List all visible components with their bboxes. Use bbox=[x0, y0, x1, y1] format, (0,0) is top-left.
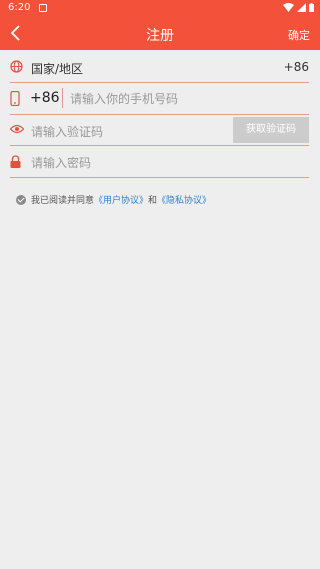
country-selector[interactable]: 国家/地区 +86 bbox=[10, 54, 309, 83]
phone-divider bbox=[62, 88, 63, 108]
lock-icon bbox=[10, 155, 21, 168]
privacy-agreement-link[interactable]: 《隐私协议》 bbox=[157, 193, 211, 206]
phone-input[interactable] bbox=[70, 88, 300, 110]
agreement-text: 我已阅读并同意 bbox=[31, 196, 95, 206]
phone-row: +86 bbox=[10, 84, 309, 115]
wifi-icon bbox=[283, 3, 294, 12]
agree-checkbox[interactable] bbox=[16, 194, 26, 205]
get-code-button[interactable]: 获取验证码 bbox=[233, 117, 309, 143]
status-icons bbox=[283, 3, 314, 12]
country-label: 国家/地区 bbox=[31, 62, 84, 76]
agreement-and: 和 bbox=[148, 196, 158, 206]
country-code: +86 bbox=[283, 60, 309, 74]
password-row bbox=[10, 147, 309, 178]
signal-icon bbox=[297, 3, 306, 12]
agreement-row: 我已阅读并同意 《用户协议》 和 《隐私协议》 bbox=[16, 193, 211, 206]
status-time: 6:20 bbox=[8, 2, 31, 13]
confirm-button[interactable]: 确定 bbox=[288, 27, 310, 43]
status-bar: 6:20 bbox=[0, 0, 320, 17]
app-bar: 注册 确定 bbox=[0, 17, 320, 50]
battery-icon bbox=[309, 3, 314, 12]
password-input[interactable] bbox=[31, 152, 291, 174]
page-title: 注册 bbox=[146, 28, 174, 44]
globe-icon bbox=[10, 60, 23, 73]
code-row: 获取验证码 bbox=[10, 116, 309, 146]
eye-icon bbox=[10, 124, 24, 134]
verification-code-input[interactable] bbox=[31, 121, 231, 143]
phone-icon bbox=[10, 91, 20, 106]
user-agreement-link[interactable]: 《用户协议》 bbox=[94, 193, 148, 206]
phone-prefix: +86 bbox=[30, 90, 60, 106]
notification-icon bbox=[39, 4, 47, 12]
